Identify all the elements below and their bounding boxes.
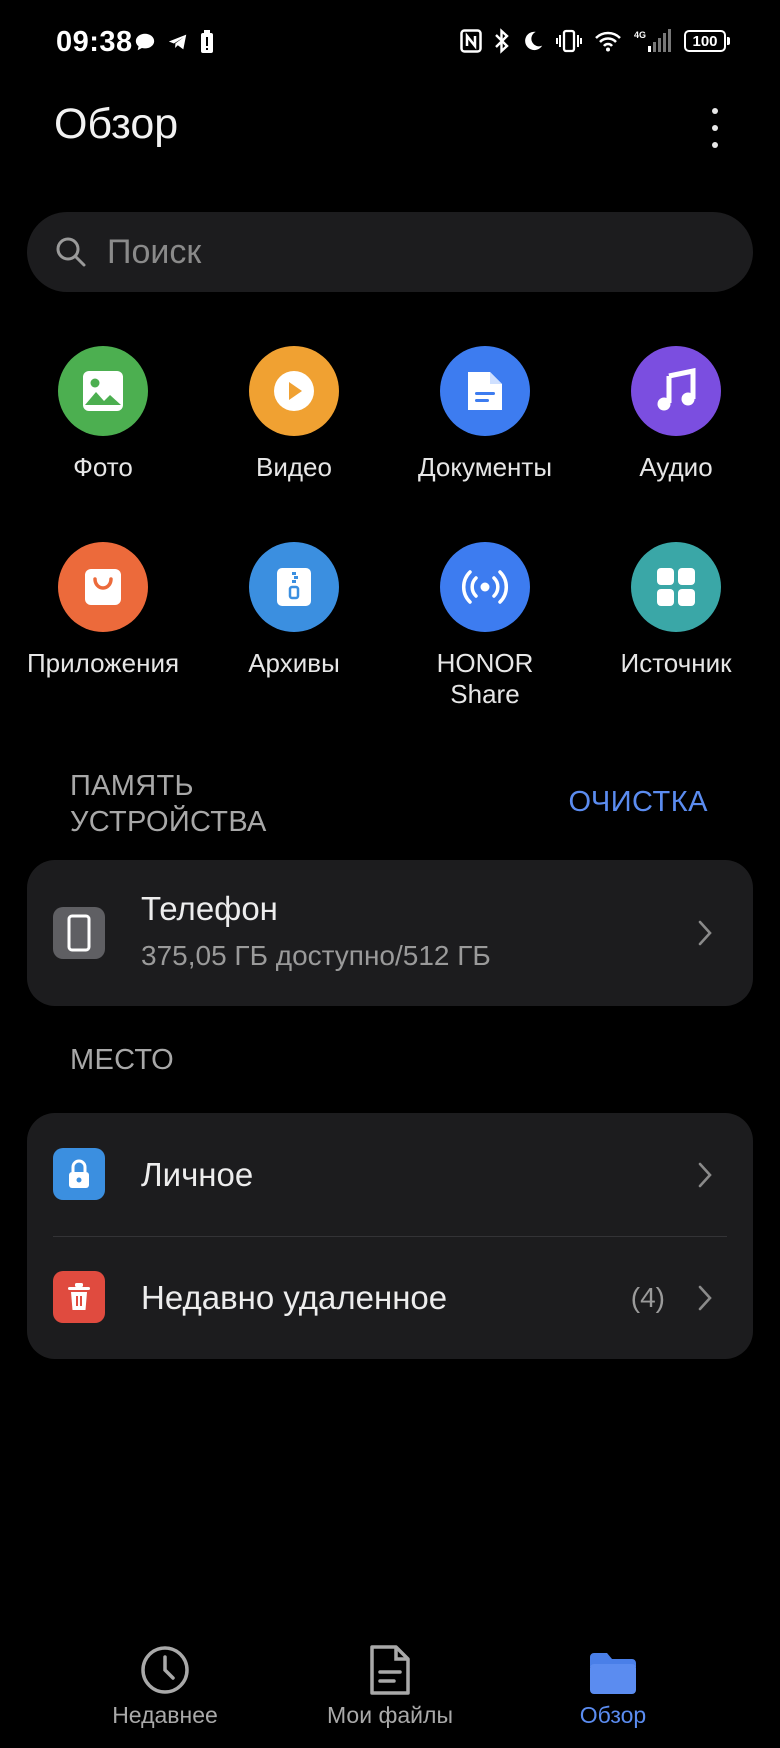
chevron-right-icon (698, 1162, 712, 1188)
nav-my-files[interactable]: Мои файлы (290, 1640, 490, 1729)
page-title: Обзор (54, 100, 179, 148)
nav-recent-label: Недавнее (112, 1702, 218, 1728)
battery-level: 100 (692, 32, 718, 50)
signal-icon: 4G (634, 29, 671, 52)
category-label: Видео (256, 452, 332, 482)
status-bar: 09:38 4G 100 (0, 0, 780, 90)
battery-saver-icon (201, 30, 213, 53)
photo-icon (58, 346, 148, 436)
recently-deleted-count: (4) (630, 1282, 665, 1313)
shopping-bag-icon (58, 542, 148, 632)
storage-card: Телефон 375,05 ГБ доступно/512 ГБ (27, 860, 753, 1006)
bottom-navigation: Недавнее Мои файлы Обзор (0, 1598, 780, 1748)
private-title: Личное (141, 1156, 254, 1193)
category-video[interactable]: Видео (199, 346, 389, 483)
svg-text:4G: 4G (634, 30, 646, 40)
recently-deleted-row[interactable]: Недавно удаленное (4) (27, 1236, 753, 1359)
status-time: 09:38 (56, 26, 133, 58)
file-icon (370, 1645, 410, 1695)
clock-icon (141, 1646, 189, 1694)
archive-zip-icon (249, 542, 339, 632)
nav-overview[interactable]: Обзор (513, 1640, 713, 1729)
storage-section-label: ПАМЯТЬ УСТРОЙСТВА (70, 770, 267, 838)
search-icon (56, 237, 86, 267)
private-row[interactable]: Личное (27, 1113, 753, 1236)
category-label: Аудио (639, 452, 713, 482)
trash-icon (53, 1271, 105, 1323)
category-audio[interactable]: Аудио (581, 346, 771, 483)
chat-bubble-icon (135, 33, 155, 51)
category-honor-share[interactable]: HONOR Share (390, 542, 580, 710)
grid-apps-icon (631, 542, 721, 632)
category-label: Источник (620, 648, 732, 678)
category-label: Фото (73, 452, 133, 482)
phone-storage-title: Телефон (141, 890, 278, 927)
bluetooth-icon (495, 28, 509, 54)
places-section-label: МЕСТО (70, 1044, 174, 1076)
search-input[interactable] (105, 231, 669, 273)
chevron-right-icon (698, 1285, 712, 1311)
category-label: Документы (417, 452, 553, 482)
nfc-icon (460, 29, 482, 53)
document-icon (440, 346, 530, 436)
video-play-icon (249, 346, 339, 436)
moon-icon (525, 31, 543, 51)
category-photo[interactable]: Фото (8, 346, 198, 483)
more-options-button[interactable] (700, 104, 730, 152)
broadcast-icon (440, 542, 530, 632)
phone-icon (53, 907, 105, 959)
nav-recent[interactable]: Недавнее (65, 1640, 265, 1729)
telegram-icon (168, 34, 187, 50)
category-archives[interactable]: Архивы (199, 542, 389, 679)
lock-icon (53, 1148, 105, 1200)
category-label: HONOR Share (436, 648, 534, 709)
more-dot (712, 108, 718, 114)
category-label: Приложения (26, 648, 180, 678)
phone-storage-subtitle: 375,05 ГБ доступно/512 ГБ (141, 940, 491, 971)
phone-storage-row[interactable]: Телефон 375,05 ГБ доступно/512 ГБ (27, 860, 753, 1006)
places-card: Личное Недавно удаленное (4) (27, 1113, 753, 1359)
category-apps[interactable]: Приложения (8, 542, 198, 679)
vibrate-icon (556, 29, 582, 53)
status-system-icons: 4G 100 (460, 28, 730, 54)
more-dot (712, 125, 718, 131)
clean-button[interactable]: ОЧИСТКА (568, 786, 708, 819)
status-notification-icons (134, 30, 214, 54)
category-label: Архивы (248, 648, 340, 678)
wifi-icon (595, 31, 621, 52)
category-source[interactable]: Источник (581, 542, 771, 679)
more-dot (712, 142, 718, 148)
nav-overview-label: Обзор (579, 1702, 647, 1728)
music-note-icon (631, 346, 721, 436)
recently-deleted-title: Недавно удаленное (141, 1279, 448, 1316)
search-bar[interactable] (27, 212, 753, 292)
folder-icon (590, 1653, 636, 1694)
category-documents[interactable]: Документы (390, 346, 580, 483)
nav-my-files-label: Мои файлы (327, 1702, 453, 1728)
chevron-right-icon (698, 920, 712, 946)
battery-icon: 100 (684, 30, 730, 52)
